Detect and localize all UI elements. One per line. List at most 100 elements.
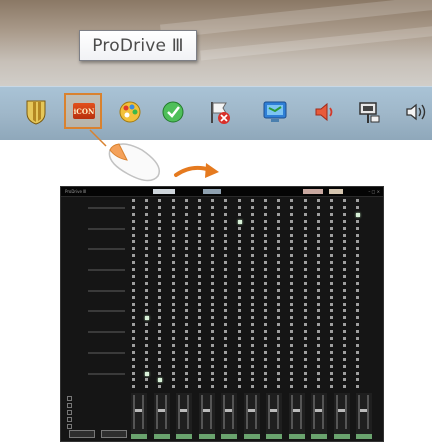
matrix-cell[interactable] <box>264 288 267 292</box>
matrix-cell[interactable] <box>224 199 228 202</box>
matrix-cell[interactable] <box>330 343 333 347</box>
matrix-cell[interactable] <box>224 316 228 320</box>
matrix-cell[interactable] <box>198 350 201 354</box>
matrix-cell[interactable] <box>303 343 307 347</box>
matrix-cell[interactable] <box>237 378 241 382</box>
matrix-cell[interactable] <box>145 226 149 230</box>
matrix-cell[interactable] <box>277 240 281 244</box>
matrix-cell[interactable] <box>145 268 149 271</box>
matrix-cell[interactable] <box>290 302 294 306</box>
matrix-cell[interactable] <box>158 268 162 271</box>
matrix-cell[interactable] <box>211 240 215 244</box>
matrix-cell[interactable] <box>250 281 254 285</box>
matrix-cell[interactable] <box>224 385 228 389</box>
matrix-cell[interactable] <box>356 199 360 202</box>
matrix-cell[interactable] <box>184 212 188 216</box>
matrix-cell[interactable] <box>224 219 228 223</box>
matrix-cell[interactable] <box>356 357 360 361</box>
matrix-cell[interactable] <box>316 385 320 389</box>
matrix-cell[interactable] <box>356 330 360 334</box>
matrix-cell[interactable] <box>264 268 267 271</box>
matrix-cell[interactable] <box>145 337 149 340</box>
matrix-cell[interactable] <box>290 274 294 278</box>
matrix-cell[interactable] <box>264 337 267 340</box>
matrix-grid[interactable] <box>61 199 383 399</box>
matrix-cell[interactable] <box>237 254 241 258</box>
matrix-cell[interactable] <box>198 364 201 368</box>
matrix-cell[interactable] <box>316 371 320 375</box>
matrix-cell-active[interactable] <box>356 212 361 217</box>
matrix-cell[interactable] <box>330 302 333 306</box>
matrix-cell[interactable] <box>330 378 333 382</box>
matrix-cell[interactable] <box>158 261 162 265</box>
matrix-cell[interactable] <box>303 288 307 292</box>
matrix-cell[interactable] <box>316 350 320 354</box>
matrix-cell[interactable] <box>264 295 267 299</box>
matrix-cell[interactable] <box>184 288 188 292</box>
matrix-cell[interactable] <box>250 288 254 292</box>
matrix-cell[interactable] <box>158 350 162 354</box>
matrix-cell[interactable] <box>224 261 228 265</box>
volume-icon[interactable] <box>313 99 337 125</box>
matrix-cell[interactable] <box>330 247 333 251</box>
fader-handle[interactable] <box>360 409 367 412</box>
matrix-cell[interactable] <box>158 323 162 327</box>
matrix-cell[interactable] <box>303 330 307 334</box>
matrix-cell[interactable] <box>343 199 347 202</box>
matrix-cell[interactable] <box>290 378 294 382</box>
channel-strip[interactable] <box>333 393 350 439</box>
matrix-cell[interactable] <box>145 323 149 327</box>
matrix-cell[interactable] <box>330 226 333 230</box>
matrix-cell[interactable] <box>303 240 307 244</box>
matrix-cell[interactable] <box>356 219 360 223</box>
matrix-cell[interactable] <box>343 261 347 265</box>
matrix-cell[interactable] <box>171 371 175 375</box>
matrix-cell[interactable] <box>264 302 267 306</box>
matrix-cell[interactable] <box>264 254 267 258</box>
matrix-cell[interactable] <box>303 247 307 251</box>
matrix-cell[interactable] <box>198 226 201 230</box>
matrix-cell[interactable] <box>303 212 307 216</box>
matrix-cell[interactable] <box>343 281 347 285</box>
network-icon[interactable] <box>357 99 381 125</box>
matrix-cell[interactable] <box>198 205 201 209</box>
matrix-cell[interactable] <box>237 212 241 216</box>
matrix-cell[interactable] <box>211 364 215 368</box>
matrix-cell[interactable] <box>237 247 241 251</box>
matrix-cell[interactable] <box>356 281 360 285</box>
matrix-cell[interactable] <box>330 205 333 209</box>
matrix-cell[interactable] <box>277 205 281 209</box>
matrix-cell[interactable] <box>303 233 307 237</box>
matrix-cell[interactable] <box>290 343 294 347</box>
matrix-cell[interactable] <box>211 205 215 209</box>
matrix-cell[interactable] <box>330 261 333 265</box>
matrix-cell[interactable] <box>145 205 149 209</box>
matrix-cell[interactable] <box>211 330 215 334</box>
matrix-cell[interactable] <box>171 337 175 340</box>
matrix-cell[interactable] <box>356 268 360 271</box>
matrix-cell[interactable] <box>237 240 241 244</box>
matrix-cell[interactable] <box>316 247 320 251</box>
matrix-cell[interactable] <box>198 261 201 265</box>
fader-handle[interactable] <box>202 409 210 412</box>
matrix-cell[interactable] <box>277 247 281 251</box>
matrix-cell[interactable] <box>198 323 201 327</box>
matrix-cell[interactable] <box>171 233 175 237</box>
matrix-cell[interactable] <box>145 281 149 285</box>
matrix-cell[interactable] <box>224 378 228 382</box>
matrix-cell[interactable] <box>277 378 281 382</box>
matrix-cell[interactable] <box>303 295 307 299</box>
matrix-cell[interactable] <box>290 219 294 223</box>
matrix-cell[interactable] <box>184 378 188 382</box>
matrix-cell[interactable] <box>237 281 241 285</box>
matrix-cell[interactable] <box>198 330 201 334</box>
matrix-cell[interactable] <box>250 371 254 375</box>
matrix-cell[interactable] <box>211 385 215 389</box>
matrix-cell[interactable] <box>184 199 188 202</box>
matrix-cell[interactable] <box>237 302 241 306</box>
matrix-cell[interactable] <box>316 268 320 271</box>
matrix-cell[interactable] <box>158 205 162 209</box>
matrix-cell[interactable] <box>224 295 228 299</box>
matrix-cell[interactable] <box>290 205 294 209</box>
matrix-cell[interactable] <box>264 247 267 251</box>
